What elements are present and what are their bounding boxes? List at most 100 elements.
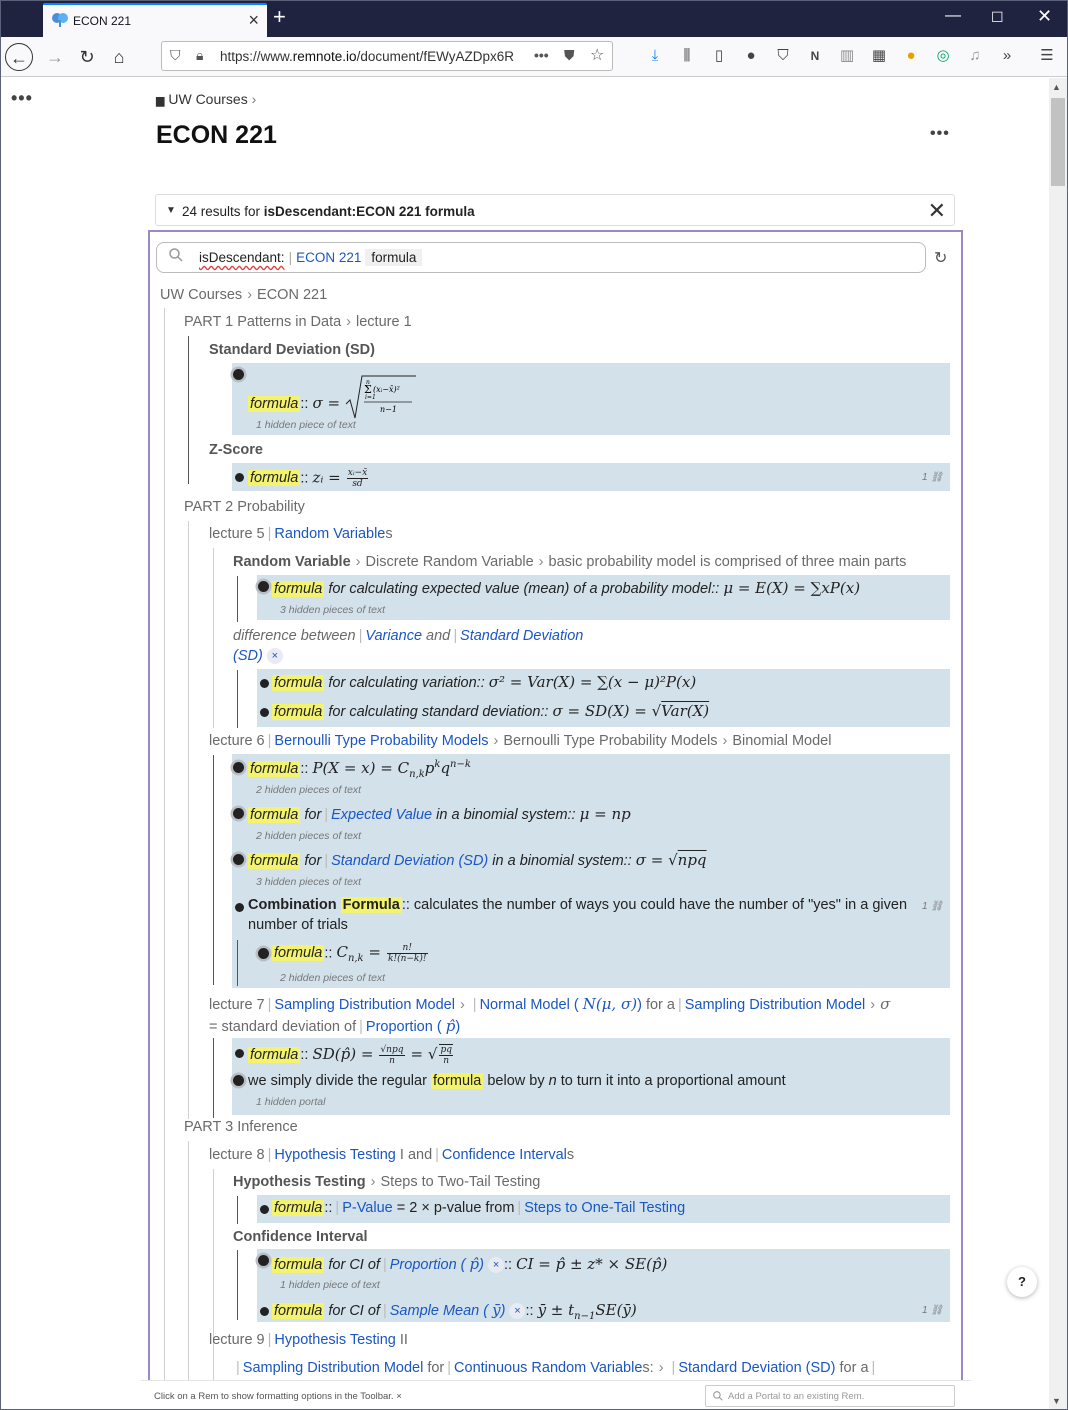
diff-crumb-cont[interactable]: (SD) × bbox=[233, 648, 283, 665]
close-results-icon[interactable]: ✕ bbox=[928, 198, 946, 224]
url-text[interactable]: https://www.remnote.io/document/fEWyAZDp… bbox=[220, 49, 536, 64]
notion-icon[interactable]: N bbox=[805, 46, 825, 66]
forward-arrow-icon[interactable]: → bbox=[41, 43, 69, 71]
hidden-count[interactable]: 1 hidden piece of text bbox=[280, 1279, 380, 1291]
dismiss-icon[interactable]: × bbox=[396, 1391, 402, 1402]
results-bar[interactable]: ▼ 24 results for isDescendant:ECON 221 f… bbox=[155, 194, 955, 226]
document-more-icon[interactable]: ••• bbox=[930, 125, 950, 143]
lecture8-crumb[interactable]: lecture 8 | Hypothesis Testing I and | Confi… bbox=[209, 1147, 574, 1163]
rv-crumb[interactable]: Random Variable › Discrete Random Variable… bbox=[233, 554, 906, 570]
rem-bullet[interactable] bbox=[233, 762, 244, 773]
reference-count[interactable]: 1 ⛓ bbox=[922, 1305, 943, 1316]
part3-crumb[interactable]: PART 3 Inference bbox=[184, 1119, 298, 1135]
binomial-prob-rem[interactable]: formula:: P(X = x) = Cn,kpkqn−k bbox=[248, 759, 471, 780]
binomial-ev-rem[interactable]: formula for | Expected Value in a binomial… bbox=[248, 805, 631, 823]
hidden-count[interactable]: 3 hidden pieces of text bbox=[280, 604, 385, 616]
menu-icon[interactable]: ☰ bbox=[1037, 46, 1057, 66]
hidden-portal[interactable]: 1 hidden portal bbox=[256, 1096, 325, 1108]
lecture5-crumb[interactable]: lecture 5 | Random Variables bbox=[209, 526, 393, 542]
rem-bullet[interactable] bbox=[260, 1205, 269, 1214]
lecture6-crumb[interactable]: lecture 6 | Bernoulli Type Probability Mod… bbox=[209, 733, 831, 749]
remove-tag-icon[interactable]: × bbox=[488, 1257, 505, 1274]
account-icon[interactable]: ● bbox=[741, 46, 761, 66]
part1-crumb[interactable]: PART 1 Patterns in Data › lecture 1 bbox=[184, 314, 412, 330]
privacy-icon[interactable]: ◎ bbox=[933, 46, 953, 66]
hidden-count[interactable]: 3 hidden pieces of text bbox=[256, 876, 361, 888]
sd-formula-rem[interactable]: formula:: σ = n Σ (xᵢ−x̄)² i=1 n−1 bbox=[248, 375, 417, 420]
download-icon[interactable]: ⤓ bbox=[645, 46, 665, 66]
maximize-icon[interactable]: ☐ bbox=[991, 9, 1004, 26]
search-query[interactable]: isDescendant: | ECON 221 formula bbox=[199, 249, 423, 266]
refresh-icon[interactable]: ↻ bbox=[934, 248, 947, 268]
scroll-up-icon[interactable]: ▲ bbox=[1052, 82, 1061, 92]
search-input[interactable]: isDescendant: | ECON 221 formula bbox=[156, 242, 926, 273]
rem-bullet[interactable] bbox=[260, 708, 269, 717]
binomial-sd-rem[interactable]: formula for | Standard Deviation (SD) in a… bbox=[248, 851, 707, 869]
divide-rem[interactable]: we simply divide the regular formula bel… bbox=[248, 1073, 786, 1089]
scroll-down-icon[interactable]: ▼ bbox=[1052, 1396, 1061, 1406]
variation-formula-rem[interactable]: formula for calculating variation:: σ² =… bbox=[272, 673, 696, 691]
breadcrumb-uw-courses[interactable]: UW Courses bbox=[168, 91, 247, 107]
ht-crumb[interactable]: Hypothesis Testing › Steps to Two-Tail Tes… bbox=[233, 1174, 540, 1190]
overflow-chevron-icon[interactable]: » bbox=[997, 46, 1017, 66]
portal-search-input[interactable]: Add a Portal to an existing Rem. bbox=[705, 1385, 955, 1407]
remove-tag-icon[interactable]: × bbox=[266, 648, 283, 665]
library-icon[interactable]: ⫼ bbox=[677, 46, 697, 66]
hidden-count[interactable]: 1 hidden piece of text bbox=[256, 419, 356, 431]
home-icon[interactable]: ⌂ bbox=[105, 43, 133, 71]
lock-icon[interactable]: 🔒︎ bbox=[196, 47, 203, 64]
lecture9-crumb[interactable]: lecture 9 | Hypothesis Testing II bbox=[209, 1332, 408, 1348]
lecture7-crumb-cont[interactable]: = standard deviation of | Proportion ( p̂) bbox=[209, 1017, 460, 1035]
rem-bullet[interactable] bbox=[235, 1049, 244, 1058]
combination-rem[interactable]: Combination Formula:: calculates the num… bbox=[248, 897, 907, 913]
stddev-formula-rem[interactable]: formula for calculating standard deviati… bbox=[272, 702, 709, 720]
reference-count[interactable]: 1 ⛓ bbox=[922, 472, 943, 483]
part2-crumb[interactable]: PART 2 Probability bbox=[184, 499, 305, 515]
rem-bullet[interactable] bbox=[235, 903, 244, 912]
grammarly-icon[interactable]: ● bbox=[901, 46, 921, 66]
hidden-count[interactable]: 2 hidden pieces of text bbox=[256, 784, 361, 796]
help-button[interactable]: ? bbox=[1007, 1267, 1037, 1297]
sd-heading[interactable]: Standard Deviation (SD) bbox=[209, 342, 375, 358]
minimize-icon[interactable]: — bbox=[945, 7, 961, 25]
music-icon[interactable]: ♫ bbox=[965, 46, 985, 66]
reload-icon[interactable]: ↻ bbox=[73, 43, 101, 71]
browser-tab[interactable]: ECON 221 × bbox=[43, 3, 267, 37]
hidden-count[interactable]: 2 hidden pieces of text bbox=[256, 830, 361, 842]
rem-bullet[interactable] bbox=[260, 1307, 269, 1316]
diff-crumb[interactable]: difference between | Variance and | Standard… bbox=[233, 628, 583, 644]
rem-bullet[interactable] bbox=[258, 948, 269, 959]
remove-tag-icon[interactable]: × bbox=[509, 1303, 526, 1320]
bookmark-star-icon[interactable]: ☆ bbox=[590, 45, 604, 65]
pocket-icon[interactable]: ⛊ bbox=[564, 47, 575, 64]
reference-count[interactable]: 1 ⛓ bbox=[922, 901, 943, 912]
rem-bullet[interactable] bbox=[233, 369, 244, 380]
back-arrow-icon[interactable]: ← bbox=[5, 43, 33, 71]
zscore-formula-rem[interactable]: formula:: zᵢ = xᵢ−x̄ sd bbox=[248, 468, 370, 489]
proportion-sd-rem[interactable]: formula:: SD(p̂) = √npq n = √ pq n bbox=[248, 1044, 455, 1066]
rem-bullet[interactable] bbox=[260, 679, 269, 688]
hidden-count[interactable]: 2 hidden pieces of text bbox=[280, 972, 385, 984]
ci-heading[interactable]: Confidence Interval bbox=[233, 1229, 368, 1245]
ublock-icon[interactable]: ⛉ bbox=[773, 46, 793, 66]
lecture7-crumb[interactable]: lecture 7 | Sampling Distribution Model › | N… bbox=[209, 995, 890, 1013]
mean-formula-rem[interactable]: formula for calculating expected value (… bbox=[272, 579, 860, 597]
close-window-icon[interactable]: ✕ bbox=[1037, 6, 1052, 27]
reader-icon[interactable]: ▥ bbox=[837, 46, 857, 66]
zscore-heading[interactable]: Z-Score bbox=[209, 442, 263, 458]
rem-bullet[interactable] bbox=[235, 473, 244, 482]
rem-bullet[interactable] bbox=[233, 854, 244, 865]
tab-close-icon[interactable]: × bbox=[248, 10, 259, 30]
rem-bullet[interactable] bbox=[258, 1255, 269, 1266]
extension-icon[interactable]: ▦ bbox=[869, 46, 889, 66]
pvalue-rem[interactable]: formula:: | P-Value = 2 × p-value from | Ste… bbox=[272, 1200, 685, 1216]
combination-rem-cont[interactable]: number of trials bbox=[248, 917, 348, 933]
ci-proportion-rem[interactable]: formula for CI of | Proportion ( p̂) ×:: C… bbox=[272, 1255, 667, 1274]
rem-bullet[interactable] bbox=[233, 808, 244, 819]
page-scrollbar[interactable]: ▲ ▼ bbox=[1049, 78, 1067, 1409]
sidebar-icon[interactable]: ▯ bbox=[709, 46, 729, 66]
new-tab-icon[interactable]: + bbox=[273, 4, 286, 30]
ci-mean-rem[interactable]: formula for CI of | Sample Mean ( ȳ) ×:: ȳ… bbox=[272, 1301, 637, 1322]
root-crumb[interactable]: UW Courses › ECON 221 bbox=[160, 287, 327, 303]
left-more-icon[interactable]: ••• bbox=[11, 88, 33, 109]
